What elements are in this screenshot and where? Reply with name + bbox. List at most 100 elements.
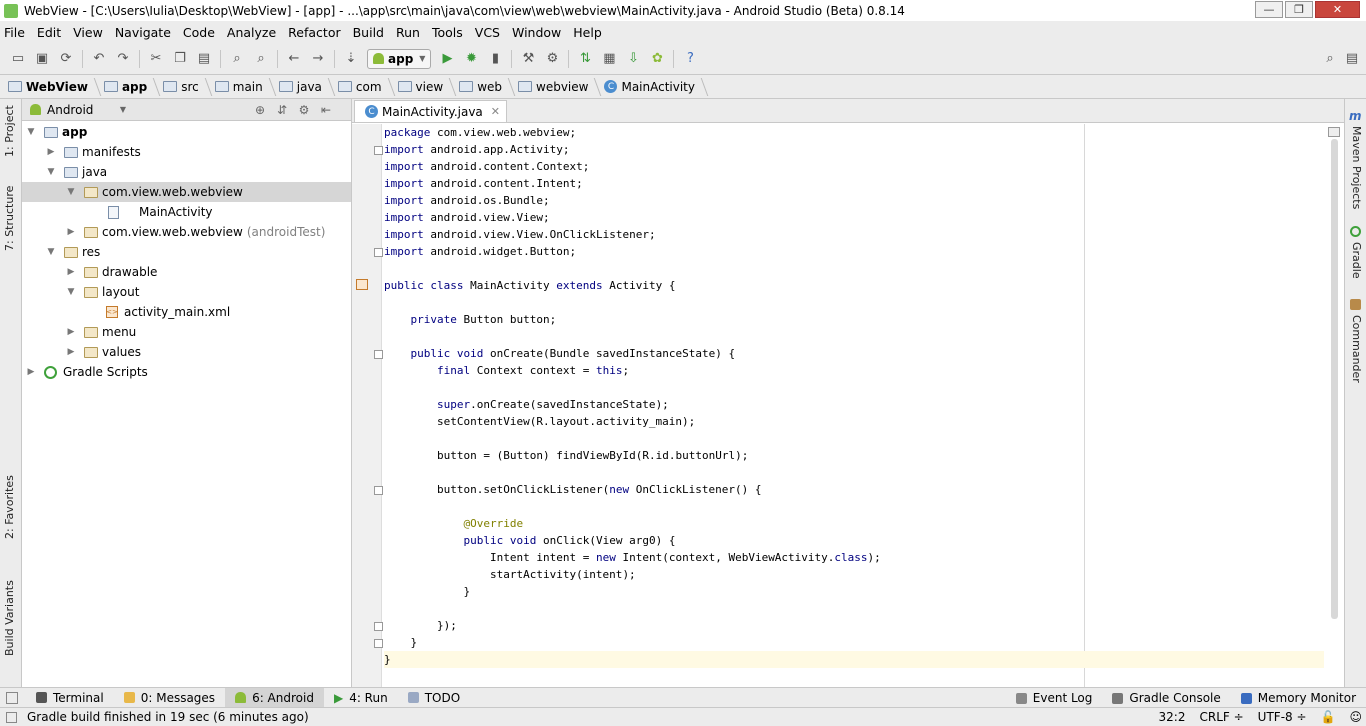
crumb-src[interactable]: src bbox=[163, 80, 209, 94]
code-line[interactable]: startActivity(intent); bbox=[384, 566, 1324, 583]
code-line[interactable]: import android.widget.Button; bbox=[384, 243, 1324, 260]
close-tab-icon[interactable]: ✕ bbox=[491, 105, 500, 118]
collapsed-arrow-icon[interactable]: ▶ bbox=[66, 347, 76, 357]
tree-item-gradle-scripts[interactable]: ▶ Gradle Scripts bbox=[22, 362, 351, 382]
forward-icon[interactable]: → bbox=[309, 50, 327, 68]
expanded-arrow-icon[interactable]: ▼ bbox=[66, 187, 76, 197]
fold-marker-icon[interactable] bbox=[374, 146, 383, 155]
sync-icon[interactable]: ⟳ bbox=[57, 50, 75, 68]
crumb-view[interactable]: view bbox=[397, 80, 454, 94]
avd-manager-icon[interactable]: ▦ bbox=[600, 50, 618, 68]
tab-project[interactable]: 1: Project bbox=[3, 105, 16, 157]
code-line[interactable]: import android.os.Bundle; bbox=[384, 192, 1324, 209]
code-line[interactable]: final Context context = this; bbox=[384, 362, 1324, 379]
code-line[interactable]: import android.content.Intent; bbox=[384, 175, 1324, 192]
tree-item-values[interactable]: ▶ values bbox=[22, 342, 351, 362]
back-icon[interactable]: ← bbox=[285, 50, 303, 68]
tab-build-variants[interactable]: Build Variants bbox=[3, 580, 16, 656]
menu-build[interactable]: Build bbox=[353, 25, 384, 40]
menu-view[interactable]: View bbox=[73, 25, 103, 40]
code-line[interactable] bbox=[384, 498, 1324, 515]
copy-icon[interactable]: ❐ bbox=[171, 50, 189, 68]
hide-panel-icon[interactable]: ⇤ bbox=[318, 103, 334, 117]
code-line[interactable] bbox=[384, 260, 1324, 277]
tree-item-package-test[interactable]: ▶ com.view.web.webview (androidTest) bbox=[22, 222, 351, 242]
fold-marker-icon[interactable] bbox=[374, 639, 383, 648]
code-editor[interactable]: package com.view.web.webview; import andr… bbox=[384, 124, 1324, 687]
code-line[interactable]: } bbox=[384, 651, 1324, 668]
code-line[interactable] bbox=[384, 430, 1324, 447]
code-line[interactable]: @Override bbox=[384, 515, 1324, 532]
line-separator-select[interactable]: CRLF ÷ bbox=[1199, 710, 1243, 724]
tree-item-layout[interactable]: ▼ layout bbox=[22, 282, 351, 302]
open-icon[interactable]: ▭ bbox=[9, 50, 27, 68]
project-structure-icon[interactable]: ⚒ bbox=[519, 50, 537, 68]
tree-item-manifests[interactable]: ▶ manifests bbox=[22, 142, 351, 162]
run-icon[interactable]: ▶ bbox=[438, 50, 456, 68]
run-config-select[interactable]: app ▼ bbox=[367, 48, 432, 69]
code-line[interactable] bbox=[384, 600, 1324, 617]
debug-icon[interactable]: ✹ bbox=[462, 50, 480, 68]
tab-gradle[interactable]: Gradle bbox=[1350, 242, 1363, 279]
menu-help[interactable]: Help bbox=[573, 25, 602, 40]
tab-mainactivity-java[interactable]: C MainActivity.java ✕ bbox=[354, 100, 507, 122]
tab-gradle-console[interactable]: Gradle Console bbox=[1102, 688, 1230, 708]
tab-todo[interactable]: TODO bbox=[398, 688, 470, 708]
code-line[interactable]: button.setOnClickListener(new OnClickLis… bbox=[384, 481, 1324, 498]
code-line[interactable] bbox=[384, 379, 1324, 396]
tree-item-activity-main-xml[interactable]: <> activity_main.xml bbox=[22, 302, 351, 322]
tree-item-java[interactable]: ▼ java bbox=[22, 162, 351, 182]
undo-icon[interactable]: ↶ bbox=[90, 50, 108, 68]
code-line[interactable]: super.onCreate(savedInstanceState); bbox=[384, 396, 1324, 413]
search-everywhere-icon[interactable]: ⌕ bbox=[1321, 50, 1339, 68]
crumb-java[interactable]: java bbox=[278, 80, 332, 94]
code-line[interactable] bbox=[384, 294, 1324, 311]
menu-edit[interactable]: Edit bbox=[37, 25, 61, 40]
code-line[interactable] bbox=[384, 464, 1324, 481]
paste-icon[interactable]: ▤ bbox=[195, 50, 213, 68]
code-line[interactable]: } bbox=[384, 634, 1324, 651]
collapsed-arrow-icon[interactable]: ▶ bbox=[46, 147, 56, 157]
tab-memory-monitor[interactable]: Memory Monitor bbox=[1231, 688, 1366, 708]
encoding-select[interactable]: UTF-8 ÷ bbox=[1258, 710, 1307, 724]
tab-android[interactable]: 6: Android bbox=[225, 687, 324, 708]
expanded-arrow-icon[interactable]: ▼ bbox=[46, 167, 56, 177]
code-line[interactable]: Intent intent = new Intent(context, WebV… bbox=[384, 549, 1324, 566]
make-project-icon[interactable]: ⇣ bbox=[342, 50, 360, 68]
gear-icon[interactable]: ⚙ bbox=[296, 103, 312, 117]
menu-run[interactable]: Run bbox=[396, 25, 420, 40]
ddms-icon[interactable]: ✿ bbox=[648, 50, 666, 68]
tab-messages[interactable]: 0: Messages bbox=[114, 688, 225, 708]
code-line[interactable]: import android.view.View.OnClickListener… bbox=[384, 226, 1324, 243]
code-line[interactable]: setContentView(R.layout.activity_main); bbox=[384, 413, 1324, 430]
tab-run[interactable]: ▶ 4: Run bbox=[324, 688, 398, 708]
tree-item-drawable[interactable]: ▶ drawable bbox=[22, 262, 351, 282]
code-line[interactable]: public void onClick(View arg0) { bbox=[384, 532, 1324, 549]
crumb-project[interactable]: WebView bbox=[8, 80, 98, 94]
caret-position[interactable]: 32:2 bbox=[1159, 710, 1186, 724]
layout-link-icon[interactable] bbox=[356, 279, 368, 290]
code-line[interactable]: import android.app.Activity; bbox=[384, 141, 1324, 158]
tree-item-res[interactable]: ▼ res bbox=[22, 242, 351, 262]
scroll-from-source-icon[interactable]: ⊕ bbox=[252, 103, 268, 117]
sdk-manager-icon[interactable]: ⇩ bbox=[624, 50, 642, 68]
save-icon[interactable]: ▣ bbox=[33, 50, 51, 68]
tree-item-app[interactable]: ▼ app bbox=[22, 122, 351, 142]
collapsed-arrow-icon[interactable]: ▶ bbox=[66, 267, 76, 277]
crumb-mainactivity[interactable]: C MainActivity bbox=[604, 80, 705, 94]
tab-structure[interactable]: 7: Structure bbox=[3, 186, 16, 251]
cut-icon[interactable]: ✂ bbox=[147, 50, 165, 68]
fold-marker-icon[interactable] bbox=[374, 350, 383, 359]
code-line[interactable]: import android.view.View; bbox=[384, 209, 1324, 226]
menu-window[interactable]: Window bbox=[512, 25, 561, 40]
code-line[interactable]: private Button button; bbox=[384, 311, 1324, 328]
menu-vcs[interactable]: VCS bbox=[475, 25, 500, 40]
gradle-sync-icon[interactable]: ⇅ bbox=[576, 50, 594, 68]
tab-maven-projects[interactable]: Maven Projects bbox=[1350, 126, 1363, 209]
tab-event-log[interactable]: Event Log bbox=[1006, 688, 1103, 708]
collapsed-arrow-icon[interactable]: ▶ bbox=[66, 227, 76, 237]
fold-marker-icon[interactable] bbox=[374, 248, 383, 257]
tab-favorites[interactable]: 2: Favorites bbox=[3, 475, 16, 539]
code-line[interactable] bbox=[384, 328, 1324, 345]
redo-icon[interactable]: ↷ bbox=[114, 50, 132, 68]
